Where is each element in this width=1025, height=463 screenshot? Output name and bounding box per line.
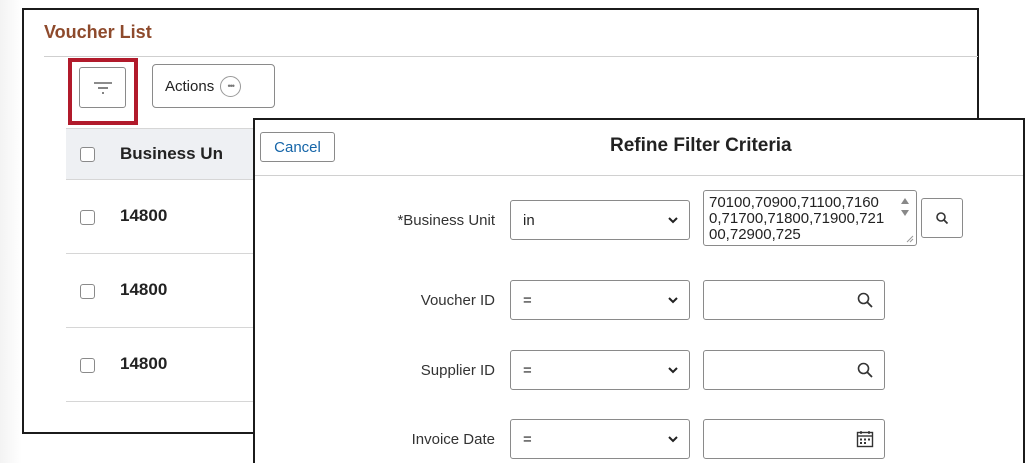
business-unit-operator-select[interactable]: in xyxy=(510,200,690,240)
business-unit-values-text: 70100,70900,71100,71600,71700,71800,7190… xyxy=(709,194,885,243)
business-unit-label: *Business Unit xyxy=(397,212,495,229)
invoice-date-operator-value: = xyxy=(523,430,532,448)
business-unit-cell: 14800 xyxy=(120,206,168,225)
title-divider xyxy=(44,56,978,57)
actions-button[interactable]: Actions ••• xyxy=(152,64,275,108)
search-icon xyxy=(936,212,949,225)
supplier-id-operator-select[interactable]: = xyxy=(510,350,690,390)
chevron-down-icon xyxy=(668,297,678,304)
search-icon[interactable] xyxy=(856,291,874,309)
business-unit-values-field[interactable]: 70100,70900,71100,71600,71700,71800,7190… xyxy=(703,190,917,246)
chevron-down-icon xyxy=(668,217,678,224)
dialog-header: Cancel Refine Filter Criteria xyxy=(255,120,1023,176)
business-unit-lookup-button[interactable] xyxy=(921,198,963,238)
voucher-id-label: Voucher ID xyxy=(420,292,495,309)
actions-label: Actions xyxy=(165,77,215,95)
row-checkbox[interactable] xyxy=(80,358,95,373)
voucher-id-operator-select[interactable]: = xyxy=(510,280,690,320)
more-options-icon: ••• xyxy=(220,75,242,97)
chevron-down-icon xyxy=(668,436,678,443)
invoice-date-operator-select[interactable]: = xyxy=(510,419,690,459)
voucher-id-input[interactable] xyxy=(703,280,885,320)
search-icon[interactable] xyxy=(856,361,874,379)
row-checkbox[interactable] xyxy=(80,210,95,225)
textarea-scroll-arrows[interactable] xyxy=(900,195,910,225)
business-unit-cell: 14800 xyxy=(120,280,168,299)
column-header-business-unit[interactable]: Business Un xyxy=(120,144,223,164)
cancel-button[interactable]: Cancel xyxy=(260,132,335,162)
supplier-id-operator-value: = xyxy=(523,361,532,379)
left-edge-shade xyxy=(0,0,22,463)
supplier-id-input[interactable] xyxy=(703,350,885,390)
page-title: Voucher List xyxy=(44,22,152,42)
invoice-date-label: Invoice Date xyxy=(411,431,495,448)
business-unit-cell: 14800 xyxy=(120,354,168,373)
resize-handle-icon[interactable] xyxy=(906,235,914,243)
business-unit-operator-value: in xyxy=(523,211,535,229)
calendar-icon[interactable] xyxy=(856,430,874,448)
chevron-down-icon xyxy=(668,367,678,374)
supplier-id-label: Supplier ID xyxy=(420,362,495,379)
dialog-title: Refine Filter Criteria xyxy=(610,135,792,156)
select-all-checkbox[interactable] xyxy=(80,147,95,162)
invoice-date-input[interactable] xyxy=(703,419,885,459)
row-checkbox[interactable] xyxy=(80,284,95,299)
filter-highlight-box xyxy=(68,58,138,125)
refine-filter-dialog: Cancel Refine Filter Criteria *Business … xyxy=(253,118,1025,463)
voucher-id-operator-value: = xyxy=(523,291,532,309)
